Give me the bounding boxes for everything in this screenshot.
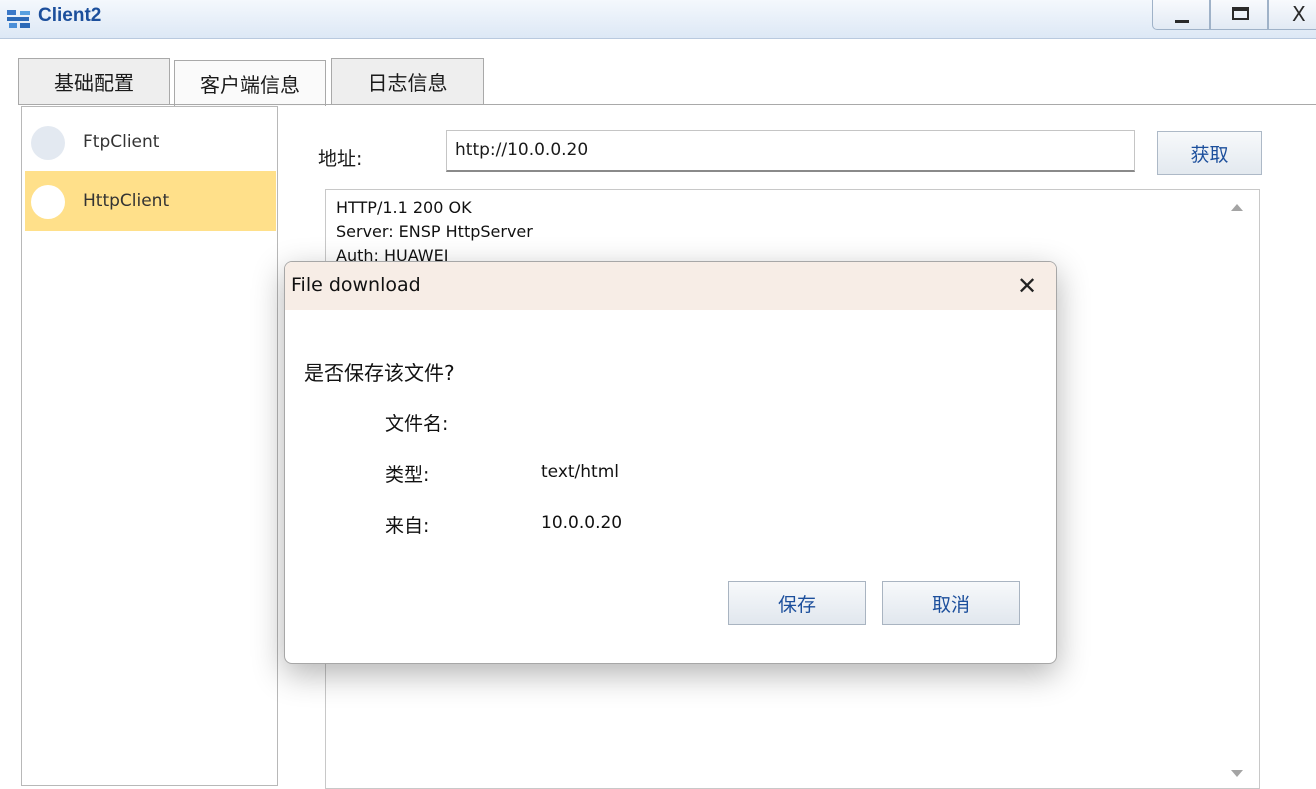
close-icon: X xyxy=(1292,2,1306,26)
tab-divider xyxy=(18,104,1316,105)
list-item-label: HttpClient xyxy=(83,191,170,211)
window-title: Client2 xyxy=(38,5,102,26)
dialog-title-bar: File download ✕ xyxy=(285,262,1056,310)
client-status-icon xyxy=(31,185,65,219)
dialog-title: File download xyxy=(291,274,421,296)
save-button[interactable]: 保存 xyxy=(728,581,866,625)
filename-label: 文件名: xyxy=(385,413,449,435)
from-label: 来自: xyxy=(385,515,430,537)
minimize-icon xyxy=(1175,20,1189,23)
title-bar: Client2 X xyxy=(0,0,1316,39)
scroll-down-arrow-icon[interactable] xyxy=(1231,770,1243,777)
address-input[interactable]: http://10.0.0.20 xyxy=(446,130,1135,172)
tab-basic-config[interactable]: 基础配置 xyxy=(18,58,170,104)
save-question: 是否保存该文件? xyxy=(304,361,455,385)
list-item-ftpclient[interactable]: FtpClient xyxy=(25,112,276,172)
type-label: 类型: xyxy=(385,464,430,486)
file-download-dialog: File download ✕ 是否保存该文件? 文件名: 类型: text/h… xyxy=(284,261,1057,664)
response-line: Server: ENSP HttpServer xyxy=(336,222,533,241)
minimize-button[interactable] xyxy=(1152,0,1210,30)
tab-client-info[interactable]: 客户端信息 xyxy=(174,60,326,106)
maximize-icon xyxy=(1232,7,1249,20)
list-item-httpclient[interactable]: HttpClient xyxy=(25,171,276,231)
cancel-button[interactable]: 取消 xyxy=(882,581,1020,625)
tab-log-info[interactable]: 日志信息 xyxy=(331,58,484,104)
app-icon xyxy=(7,10,30,28)
client-status-icon xyxy=(31,126,65,160)
address-label: 地址: xyxy=(318,148,363,170)
fetch-button[interactable]: 获取 xyxy=(1157,131,1262,175)
maximize-button[interactable] xyxy=(1210,0,1268,30)
dialog-close-icon[interactable]: ✕ xyxy=(1012,267,1042,305)
scroll-up-arrow-icon[interactable] xyxy=(1231,204,1243,211)
response-line: HTTP/1.1 200 OK xyxy=(336,198,472,217)
from-value: 10.0.0.20 xyxy=(541,513,623,533)
type-value: text/html xyxy=(541,462,620,482)
list-item-label: FtpClient xyxy=(83,132,160,152)
client-list: FtpClient HttpClient xyxy=(21,106,278,786)
close-window-button[interactable]: X xyxy=(1268,0,1316,30)
